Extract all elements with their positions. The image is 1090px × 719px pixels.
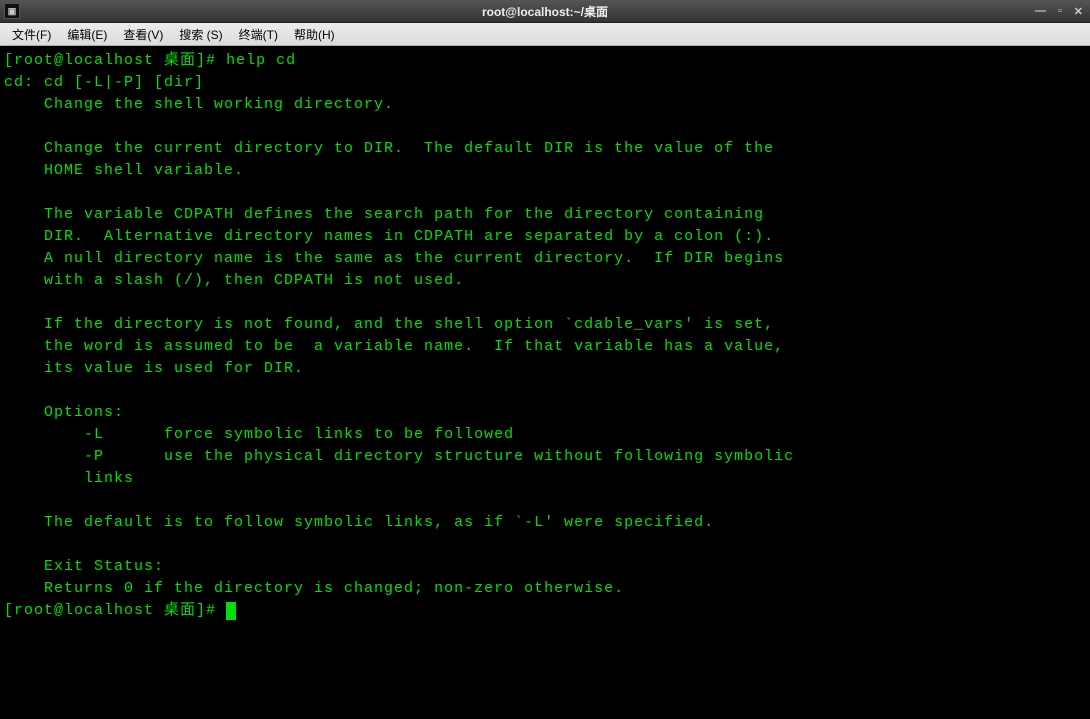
close-button[interactable]: ✕ bbox=[1071, 5, 1086, 18]
titlebar[interactable]: ▣ root@localhost:~/桌面 — ▫ ✕ bbox=[0, 0, 1090, 23]
prompt-open: [ bbox=[4, 52, 14, 69]
minimize-button[interactable]: — bbox=[1032, 5, 1049, 17]
menubar: 文件(F) 编辑(E) 查看(V) 搜索 (S) 终端(T) 帮助(H) bbox=[0, 23, 1090, 46]
prompt-open: [ bbox=[4, 602, 14, 619]
command-output: cd: cd [-L|-P] [dir] Change the shell wo… bbox=[4, 74, 794, 597]
menu-file[interactable]: 文件(F) bbox=[6, 24, 57, 45]
maximize-button[interactable]: ▫ bbox=[1055, 5, 1065, 17]
menu-search[interactable]: 搜索 (S) bbox=[173, 24, 228, 45]
menu-view[interactable]: 查看(V) bbox=[117, 24, 169, 45]
window-controls: — ▫ ✕ bbox=[1032, 5, 1086, 18]
prompt-userhost: root@localhost 桌面 bbox=[14, 52, 196, 69]
command-typed: help cd bbox=[226, 52, 296, 69]
menu-help[interactable]: 帮助(H) bbox=[288, 24, 341, 45]
window-title: root@localhost:~/桌面 bbox=[482, 3, 608, 20]
prompt-close: ]# bbox=[196, 52, 226, 69]
menu-terminal[interactable]: 终端(T) bbox=[233, 24, 284, 45]
prompt-close: ]# bbox=[196, 602, 226, 619]
terminal-window: ▣ root@localhost:~/桌面 — ▫ ✕ 文件(F) 编辑(E) … bbox=[0, 0, 1090, 719]
window-icon: ▣ bbox=[4, 3, 20, 19]
terminal-area[interactable]: [root@localhost 桌面]# help cd cd: cd [-L|… bbox=[0, 46, 1090, 719]
prompt-userhost: root@localhost 桌面 bbox=[14, 602, 196, 619]
menu-edit[interactable]: 编辑(E) bbox=[61, 24, 113, 45]
cursor bbox=[226, 602, 236, 620]
